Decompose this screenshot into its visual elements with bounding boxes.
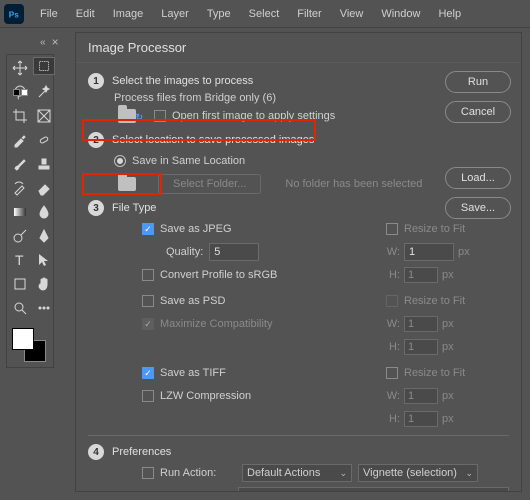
save-jpeg-checkbox[interactable]	[142, 223, 154, 235]
save-tiff-checkbox[interactable]	[142, 367, 154, 379]
step-2-badge: 2	[88, 132, 104, 148]
section-file-type: 3 File Type Save as JPEG Resize to Fit Q…	[88, 200, 509, 429]
wand-tool-icon[interactable]	[33, 81, 55, 103]
copyright-label: Copyright Info:	[142, 490, 232, 491]
crop-tool-icon[interactable]	[9, 105, 31, 127]
blur-tool-icon[interactable]	[33, 201, 55, 223]
action-select[interactable]: Vignette (selection)⌄	[358, 464, 478, 482]
edit-toolbar-icon[interactable]	[33, 297, 55, 319]
menu-select[interactable]: Select	[241, 4, 288, 24]
svg-text:T: T	[15, 252, 24, 268]
load-button[interactable]: Load...	[445, 167, 511, 189]
zoom-tool-icon[interactable]	[9, 297, 31, 319]
srgb-checkbox[interactable]	[142, 269, 154, 281]
tiff-h-input	[404, 411, 438, 427]
save-jpeg-label: Save as JPEG	[160, 223, 232, 235]
move-tool-icon[interactable]	[9, 57, 31, 79]
menubar: Ps File Edit Image Layer Type Select Fil…	[0, 0, 530, 28]
open-first-checkbox[interactable]	[154, 110, 166, 122]
lzw-label: LZW Compression	[160, 390, 251, 402]
menu-file[interactable]: File	[32, 4, 66, 24]
same-location-radio[interactable]	[114, 155, 126, 167]
step-3-badge: 3	[88, 200, 104, 216]
image-processor-dialog: Image Processor Run Cancel Load... Save.…	[75, 32, 522, 492]
bridge-files-label: Process files from Bridge only (6)	[114, 92, 429, 104]
dodge-tool-icon[interactable]	[9, 225, 31, 247]
psd-h-input	[404, 339, 438, 355]
pen-tool-icon[interactable]	[33, 225, 55, 247]
collapse-icon[interactable]: «	[40, 37, 46, 48]
frame-tool-icon[interactable]	[33, 105, 55, 127]
resize-psd-checkbox	[386, 295, 398, 307]
open-first-label: Open first image to apply settings	[172, 110, 335, 122]
resize-jpeg-label: Resize to Fit	[404, 223, 465, 235]
maxcomp-checkbox	[142, 318, 154, 330]
path-select-icon[interactable]	[33, 249, 55, 271]
tiff-w-input	[404, 388, 438, 404]
section-1-title: Select the images to process	[112, 75, 253, 87]
resize-jpeg-checkbox[interactable]	[386, 223, 398, 235]
cancel-button[interactable]: Cancel	[445, 101, 511, 123]
step-4-badge: 4	[88, 444, 104, 460]
srgb-label: Convert Profile to sRGB	[160, 269, 277, 281]
section-4-title: Preferences	[112, 446, 171, 458]
psd-w-input	[404, 316, 438, 332]
step-1-badge: 1	[88, 73, 104, 89]
dialog-title: Image Processor	[76, 33, 521, 63]
action-set-select[interactable]: Default Actions⌄	[242, 464, 352, 482]
menu-help[interactable]: Help	[430, 4, 469, 24]
gradient-tool-icon[interactable]	[9, 201, 31, 223]
maxcomp-label: Maximize Compatibility	[160, 318, 272, 330]
run-button[interactable]: Run	[445, 71, 511, 93]
jpeg-w-input	[404, 243, 454, 261]
save-psd-label: Save as PSD	[160, 295, 225, 307]
color-swatches[interactable]	[9, 325, 51, 365]
brush-tool-icon[interactable]	[9, 153, 31, 175]
separator	[88, 435, 509, 436]
same-location-label: Save in Same Location	[132, 155, 245, 167]
menu-type[interactable]: Type	[199, 4, 239, 24]
run-action-label: Run Action:	[160, 467, 236, 479]
shape-tool-icon[interactable]	[9, 273, 31, 295]
folder-icon[interactable]	[118, 177, 136, 191]
lzw-checkbox[interactable]	[142, 390, 154, 402]
folder-icon[interactable]: ↻	[118, 109, 136, 123]
jpeg-h-input	[404, 267, 438, 283]
copyright-input[interactable]	[238, 487, 509, 491]
svg-text:Ps: Ps	[9, 10, 19, 19]
history-brush-icon[interactable]	[9, 177, 31, 199]
resize-tiff-label: Resize to Fit	[404, 367, 465, 379]
close-icon[interactable]: ×	[52, 35, 59, 49]
run-action-checkbox[interactable]	[142, 467, 154, 479]
default-colors-icon[interactable]	[13, 89, 28, 96]
section-preferences: 4 Preferences Run Action: Default Action…	[88, 444, 509, 491]
section-2-title: Select location to save processed images	[112, 134, 314, 146]
eyedropper-tool-icon[interactable]	[9, 129, 31, 151]
section-3-title: File Type	[112, 202, 156, 214]
save-psd-checkbox[interactable]	[142, 295, 154, 307]
app-logo: Ps	[4, 4, 24, 24]
type-tool-icon[interactable]: T	[9, 249, 31, 271]
fg-color-swatch[interactable]	[12, 328, 34, 350]
menu-view[interactable]: View	[332, 4, 372, 24]
menu-layer[interactable]: Layer	[153, 4, 197, 24]
marquee-tool-icon[interactable]	[33, 57, 55, 75]
quality-label: Quality:	[166, 246, 203, 258]
eraser-tool-icon[interactable]	[33, 177, 55, 199]
resize-psd-label: Resize to Fit	[404, 295, 465, 307]
heal-tool-icon[interactable]	[33, 129, 55, 151]
menu-edit[interactable]: Edit	[68, 4, 103, 24]
hand-tool-icon[interactable]	[33, 273, 55, 295]
save-button[interactable]: Save...	[445, 197, 511, 219]
menu-window[interactable]: Window	[373, 4, 428, 24]
stamp-tool-icon[interactable]	[33, 153, 55, 175]
save-tiff-label: Save as TIFF	[160, 367, 226, 379]
menu-image[interactable]: Image	[105, 4, 152, 24]
no-folder-label: No folder has been selected	[285, 178, 422, 190]
quality-input[interactable]	[209, 243, 259, 261]
select-folder-button: Select Folder...	[158, 174, 261, 194]
menu-filter[interactable]: Filter	[289, 4, 329, 24]
toolbox: T	[6, 54, 54, 368]
resize-tiff-checkbox[interactable]	[386, 367, 398, 379]
